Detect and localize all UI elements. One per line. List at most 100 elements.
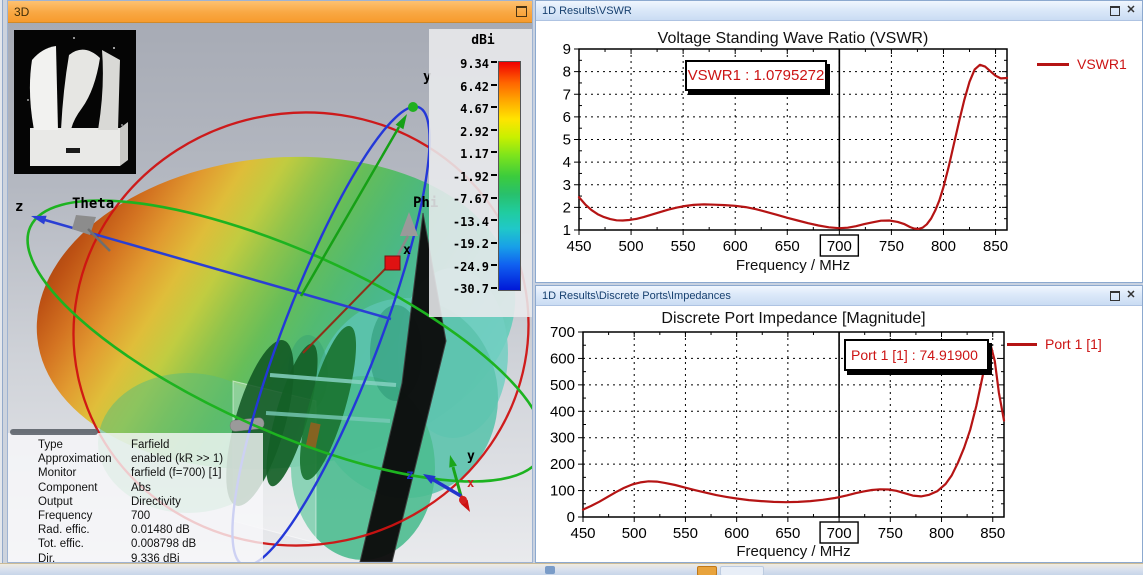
panel-vswr-title: 1D Results\VSWR	[542, 4, 632, 17]
x-tick-label: 650	[775, 238, 800, 255]
y-tick-label: 2	[563, 199, 571, 216]
y-tick-label: 700	[550, 324, 575, 341]
x-tick-label: 600	[723, 238, 748, 255]
vswr-chart-area: Voltage Standing Wave Ratio (VSWR) 12345…	[536, 21, 1140, 282]
x-tick-label: 450	[570, 525, 595, 542]
x-tick-label: 850	[980, 525, 1005, 542]
panel-impedance-titlebar[interactable]: 1D Results\Discrete Ports\Impedances ✕	[536, 286, 1142, 306]
info-row-value: Abs	[131, 481, 151, 494]
colorbar-tick	[491, 241, 497, 244]
y-tick-label: 7	[563, 86, 571, 103]
info-row-label: Dir.	[38, 552, 56, 563]
colorbar-tick-label: -13.4	[452, 214, 489, 229]
info-row-value: Farfield	[131, 439, 170, 451]
x-tick-label: 800	[931, 238, 956, 255]
colorbar-tick	[491, 83, 497, 86]
colorbar-tick-label: 1.17	[460, 147, 489, 161]
colorbar-tick	[491, 219, 497, 222]
info-row-label: Component	[38, 481, 98, 494]
restore-icon[interactable]	[1108, 4, 1122, 17]
x-tick-label: 850	[983, 238, 1008, 255]
info-row-value: Directivity	[131, 495, 181, 508]
taskbar-chip-light[interactable]	[720, 566, 764, 575]
restore-icon[interactable]	[514, 5, 528, 18]
restore-icon[interactable]	[1108, 289, 1122, 302]
y-tick-label: 100	[550, 483, 575, 500]
x-axis-cube	[384, 255, 401, 271]
x-tick-label: 500	[619, 238, 644, 255]
info-row: Tot. effic. 0.008798 dB	[8, 538, 263, 552]
triad-y-label: y	[467, 449, 475, 464]
panel-3d-titlebar[interactable]: 3D	[8, 1, 532, 23]
info-row-value: farfield (f=700) [1]	[131, 467, 222, 480]
z-axis-label: z	[15, 199, 23, 215]
info-row-value: 700	[131, 509, 151, 522]
info-row: Approximation enabled (kR >> 1)	[8, 453, 263, 467]
triad-z-label: z	[406, 468, 414, 483]
marker-tick-label: 700	[827, 238, 852, 255]
farfield-info-table: Type Farfield Approximation enabled (kR >> …	[8, 429, 263, 563]
info-table-handle[interactable]	[10, 429, 98, 435]
legend-line-icon	[1007, 342, 1037, 346]
colorbar-tick	[491, 106, 497, 109]
colorbar-unit-label: dBi	[471, 33, 495, 48]
theta-label: Theta	[72, 196, 114, 212]
panel-impedance: 1D Results\Discrete Ports\Impedances ✕ D…	[535, 285, 1143, 563]
info-row-value: enabled (kR >> 1)	[131, 453, 224, 466]
y-tick-label: 400	[550, 403, 575, 420]
info-row: Frequency 700	[8, 510, 263, 524]
colorbar-tick-label: 6.42	[460, 79, 489, 94]
vswr-legend-label: VSWR1	[1077, 56, 1127, 72]
info-row-value: 0.008798 dB	[131, 538, 197, 551]
vswr-xaxis-label: Frequency / MHz	[735, 257, 851, 274]
info-row: Output Directivity	[8, 496, 263, 510]
model-preview-drawing	[14, 30, 136, 174]
close-icon[interactable]: ✕	[1124, 289, 1138, 302]
colorbar-tick-label: -1.92	[452, 169, 489, 184]
y-tick-label: 500	[550, 377, 575, 394]
vswr-marker-box[interactable]: VSWR1 : 1.0795272	[685, 60, 827, 91]
panel-3d: 3D z Theta Phi x y y z x dBi 9.34 6.42 4…	[7, 0, 533, 563]
panel-impedance-title: 1D Results\Discrete Ports\Impedances	[542, 289, 731, 302]
info-row-label: Rad. effic.	[38, 524, 90, 537]
3d-viewport[interactable]: z Theta Phi x y y z x dBi 9.34 6.42 4.67…	[8, 23, 532, 562]
info-row-label: Output	[38, 495, 73, 508]
triad-x-label: x	[467, 476, 474, 490]
colorbar-tick-label: 2.92	[460, 124, 489, 139]
x-tick-label: 750	[879, 238, 904, 255]
info-row-value: 9.336 dBi	[131, 552, 180, 563]
x-tick-label: 650	[775, 525, 800, 542]
taskbar-chip-orange[interactable]	[697, 566, 717, 575]
info-row-label: Frequency	[38, 509, 93, 522]
model-preview-image	[14, 30, 136, 174]
bottom-taskbar-strip	[0, 563, 1143, 575]
colorbar-tick-label: 4.67	[460, 102, 489, 116]
colorbar-tick-label: 9.34	[460, 57, 489, 71]
colorbar-tick-label: -24.9	[452, 259, 489, 274]
colorbar-tick	[491, 264, 497, 267]
colorbar: dBi 9.34 6.42 4.67 2.92 1.17 -1.92 -7.67 -13.4 -…	[429, 29, 532, 317]
y-tick-label: 0	[567, 509, 575, 526]
info-row-label: Tot. effic.	[38, 538, 84, 551]
colorbar-gradient	[498, 61, 521, 291]
application-window: 3D z Theta Phi x y y z x dBi 9.34 6.42 4…	[0, 0, 1143, 575]
colorbar-tick-label: -7.67	[452, 192, 489, 206]
colorbar-tick	[491, 196, 497, 199]
x-tick-label: 800	[929, 525, 954, 542]
x-tick-label: 500	[622, 525, 647, 542]
left-splitter[interactable]	[0, 0, 7, 575]
impedance-marker-box[interactable]: Port 1 [1] : 74.91900	[844, 339, 989, 371]
legend-line-icon	[1037, 62, 1069, 66]
colorbar-tick-label: -30.7	[452, 282, 489, 296]
impedance-marker-label: Port 1 [1] : 74.91900	[851, 347, 978, 363]
y-tick-label: 9	[563, 41, 571, 58]
info-row: Monitor farfield (f=700) [1]	[8, 467, 263, 481]
x-axis-label: x	[403, 243, 411, 258]
taskbar-chip-blue[interactable]	[545, 566, 555, 574]
y-tick-label: 200	[550, 456, 575, 473]
panel-vswr-titlebar[interactable]: 1D Results\VSWR ✕	[536, 1, 1142, 21]
close-icon[interactable]: ✕	[1124, 4, 1138, 17]
info-row: Type Farfield	[8, 439, 263, 453]
colorbar-tick-marks	[491, 61, 498, 289]
info-row: Dir. 9.336 dBi	[8, 553, 263, 563]
